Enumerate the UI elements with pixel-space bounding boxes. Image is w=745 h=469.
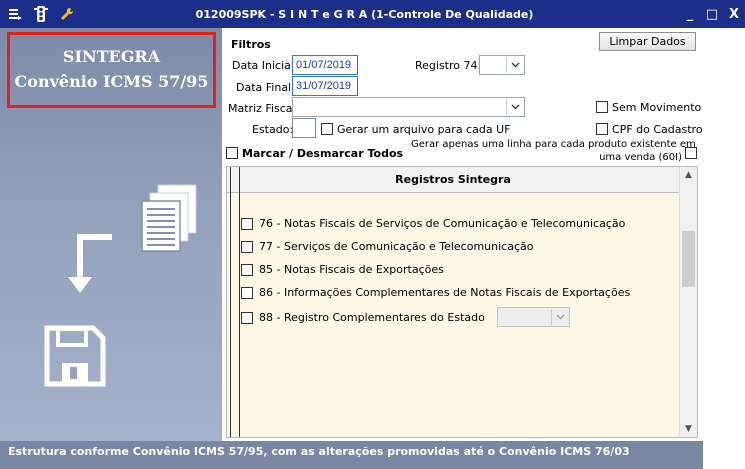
select-all-checkbox[interactable] bbox=[226, 147, 238, 159]
grid-indicator-line bbox=[230, 167, 231, 437]
table-row[interactable]: 85 - Notas Fiscais de Exportações bbox=[241, 263, 444, 276]
chevron-down-icon[interactable] bbox=[551, 309, 568, 325]
window-title: 012009SPK - S I N T e G R A (1-Controle … bbox=[195, 7, 534, 21]
clear-data-button[interactable]: Limpar Dados bbox=[599, 32, 696, 51]
row-checkbox[interactable] bbox=[241, 263, 253, 276]
grid-indicator-column bbox=[227, 167, 240, 437]
cpf-registry-checkbox[interactable] bbox=[596, 123, 608, 135]
status-bar: Estrutura conforme Convênio ICMS 57/95, … bbox=[0, 441, 703, 469]
fiscal-matrix-select[interactable] bbox=[292, 97, 525, 117]
row-label: 85 - Notas Fiscais de Exportações bbox=[259, 263, 444, 276]
select-all-label: Marcar / Desmarcar Todos bbox=[242, 147, 404, 160]
grid-scrollbar[interactable]: ▲ ▼ bbox=[679, 167, 697, 437]
start-date-input[interactable] bbox=[292, 55, 358, 75]
state-register-select[interactable] bbox=[497, 307, 570, 327]
state-input[interactable] bbox=[292, 118, 316, 138]
brand-title: SINTEGRA bbox=[62, 47, 161, 66]
left-panel: SINTEGRA Convênio ICMS 57/95 bbox=[0, 28, 222, 441]
fiscal-matrix-label: Matriz Fiscal: bbox=[228, 102, 300, 115]
single-line-label-2: uma venda (60I) bbox=[599, 152, 682, 163]
table-row[interactable]: 76 - Notas Fiscais de Serviços de Comuni… bbox=[241, 217, 625, 230]
no-movement-label: Sem Movimento bbox=[612, 101, 702, 114]
documents-icon bbox=[141, 184, 197, 252]
clear-data-label: Limpar Dados bbox=[609, 35, 686, 48]
scroll-thumb[interactable] bbox=[682, 231, 695, 287]
minimize-button[interactable]: _ bbox=[679, 4, 701, 24]
scroll-up-icon[interactable]: ▲ bbox=[680, 167, 697, 183]
arrow-down-icon bbox=[68, 234, 112, 293]
registro74-select[interactable] bbox=[479, 55, 525, 75]
registro74-label: Registro 74: bbox=[415, 59, 482, 72]
list-icon[interactable] bbox=[6, 5, 24, 23]
single-line-checkbox[interactable] bbox=[685, 147, 697, 159]
filters-section-label: Filtros bbox=[231, 38, 271, 51]
row-label: 88 - Registro Complementares do Estado bbox=[259, 311, 485, 324]
chevron-down-icon[interactable] bbox=[506, 57, 523, 73]
title-bar: 012009SPK - S I N T e G R A (1-Controle … bbox=[0, 0, 745, 28]
table-row[interactable]: 86 - Informações Complementares de Notas… bbox=[241, 286, 630, 299]
registros-grid: Registros Sintegra 76 - Notas Fiscais de… bbox=[226, 166, 698, 438]
row-label: 86 - Informações Complementares de Notas… bbox=[259, 286, 631, 299]
status-text: Estrutura conforme Convênio ICMS 57/95, … bbox=[8, 445, 630, 458]
single-line-label-1: Gerar apenas uma linha para cada produto… bbox=[411, 139, 696, 150]
filters-form: Filtros Limpar Dados Data Inicial: Regis… bbox=[222, 28, 703, 441]
row-label: 77 - Serviços de Comunicação e Telecomun… bbox=[259, 240, 534, 253]
per-uf-label: Gerar um arquivo para cada UF bbox=[337, 123, 511, 136]
state-label: Estado: bbox=[252, 123, 294, 136]
brand-box: SINTEGRA Convênio ICMS 57/95 bbox=[7, 32, 216, 108]
end-date-label: Data Final: bbox=[236, 81, 295, 94]
toolbar-icons bbox=[0, 5, 90, 23]
traffic-light-icon[interactable] bbox=[32, 5, 50, 23]
close-button[interactable]: X bbox=[723, 4, 745, 24]
start-date-label: Data Inicial: bbox=[232, 59, 298, 72]
right-margin bbox=[703, 28, 745, 469]
row-checkbox[interactable] bbox=[241, 286, 253, 299]
row-checkbox[interactable] bbox=[241, 217, 253, 230]
no-movement-checkbox[interactable] bbox=[596, 101, 608, 113]
maximize-button[interactable]: □ bbox=[701, 4, 723, 24]
row-label: 76 - Notas Fiscais de Serviços de Comuni… bbox=[259, 217, 626, 230]
per-uf-checkbox[interactable] bbox=[321, 123, 333, 135]
grid-header: Registros Sintegra bbox=[227, 167, 679, 193]
row-checkbox[interactable] bbox=[241, 240, 253, 253]
wrench-icon[interactable] bbox=[58, 5, 76, 23]
floppy-disk-icon bbox=[44, 325, 106, 387]
table-row[interactable]: 77 - Serviços de Comunicação e Telecomun… bbox=[241, 240, 533, 253]
brand-subtitle: Convênio ICMS 57/95 bbox=[14, 72, 209, 91]
scroll-down-icon[interactable]: ▼ bbox=[680, 421, 697, 437]
window-controls: _ □ X bbox=[679, 4, 745, 24]
cpf-registry-label: CPF do Cadastro bbox=[612, 123, 703, 136]
grid-header-label: Registros Sintegra bbox=[395, 173, 511, 186]
end-date-input[interactable] bbox=[292, 76, 358, 96]
chevron-down-icon[interactable] bbox=[506, 99, 523, 115]
table-row[interactable]: 88 - Registro Complementares do Estado bbox=[241, 311, 485, 324]
row-checkbox[interactable] bbox=[241, 311, 253, 324]
